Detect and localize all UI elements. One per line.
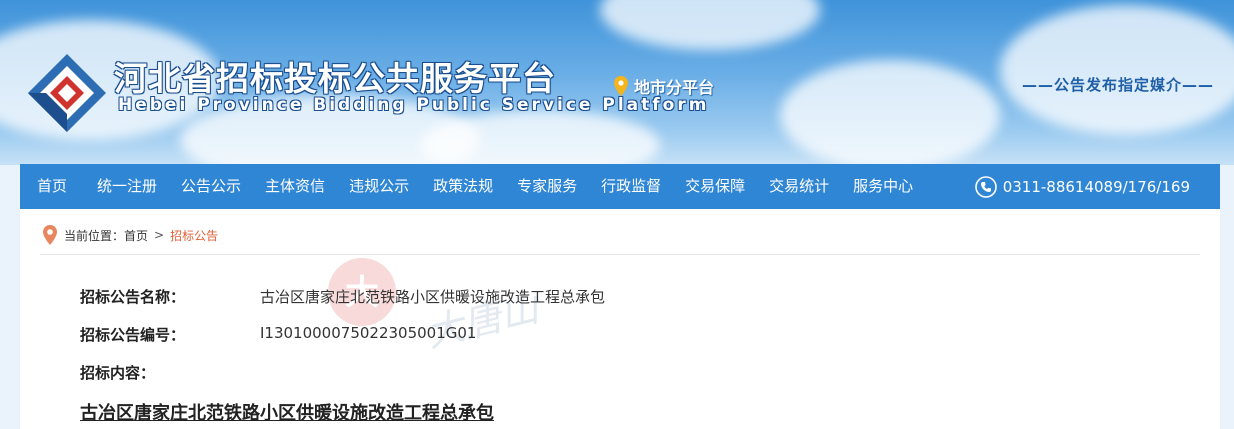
nav-item-home[interactable]: 首页 <box>20 164 85 209</box>
cloud-decoration <box>600 0 820 50</box>
hotline: 0311-88614089/176/169 <box>974 164 1190 209</box>
nav-item-register[interactable]: 统一注册 <box>85 164 169 209</box>
breadcrumb-home[interactable]: 首页 <box>124 229 148 243</box>
site-subtitle: Hebei Province Bidding Public Service Pl… <box>118 95 710 115</box>
watermark-logo: 大 大唐山 <box>328 258 545 356</box>
notice-name-label: 招标公告名称： <box>80 288 186 306</box>
breadcrumb-separator: > <box>154 228 165 242</box>
hotline-number: 0311-88614089/176/169 <box>1002 177 1190 196</box>
cloud-decoration <box>1000 5 1234 135</box>
divider <box>40 254 1200 255</box>
breadcrumb: 当前位置：首页 > 招标公告 <box>42 225 218 245</box>
notice-number-value: I1301000075022305001G01 <box>260 324 477 342</box>
notice-content-row: 招标内容： <box>80 362 260 383</box>
nav-item-policies[interactable]: 政策法规 <box>421 164 505 209</box>
city-platform-link[interactable]: 地市分平台 <box>614 74 714 98</box>
phone-icon <box>974 175 997 198</box>
location-pin-icon <box>614 76 628 96</box>
notice-panel: 当前位置：首页 > 招标公告 大 大唐山 招标公告名称： 古冶区唐家庄北范铁路小… <box>20 209 1220 429</box>
nav-item-supervision[interactable]: 行政监督 <box>589 164 673 209</box>
nav-item-guarantee[interactable]: 交易保障 <box>673 164 757 209</box>
breadcrumb-current[interactable]: 招标公告 <box>170 227 218 244</box>
city-platform-label: 地市分平台 <box>634 78 715 97</box>
breadcrumb-prefix: 当前位置： <box>64 228 125 243</box>
notice-name-value: 古冶区唐家庄北范铁路小区供暖设施改造工程总承包 <box>260 288 606 306</box>
nav-item-service-center[interactable]: 服务中心 <box>841 164 925 209</box>
notice-name-row: 招标公告名称： 古冶区唐家庄北范铁路小区供暖设施改造工程总承包 <box>80 286 605 307</box>
site-title[interactable]: 河北省招标投标公共服务平台 <box>114 52 556 100</box>
nav-item-statistics[interactable]: 交易统计 <box>757 164 841 209</box>
nav-item-announcements[interactable]: 公告公示 <box>169 164 253 209</box>
nav-item-credit[interactable]: 主体资信 <box>253 164 337 209</box>
slogan: ——公告发布指定媒介—— <box>1021 76 1214 94</box>
header-banner: 河北省招标投标公共服务平台 Hebei Province Bidding Pub… <box>0 0 1234 165</box>
hebei-logo-icon[interactable] <box>24 50 110 136</box>
notice-number-label: 招标公告编号： <box>80 326 186 344</box>
project-title-link[interactable]: 古冶区唐家庄北范铁路小区供暖设施改造工程总承包 <box>80 399 494 425</box>
location-pin-icon <box>43 225 57 245</box>
cloud-decoration <box>780 60 1000 165</box>
notice-content-label: 招标内容： <box>80 364 156 382</box>
notice-number-row: 招标公告编号： I1301000075022305001G01 <box>80 324 476 345</box>
main-nav: 首页 统一注册 公告公示 主体资信 违规公示 政策法规 专家服务 行政监督 交易… <box>20 164 1220 209</box>
nav-item-violations[interactable]: 违规公示 <box>337 164 421 209</box>
nav-item-experts[interactable]: 专家服务 <box>505 164 589 209</box>
